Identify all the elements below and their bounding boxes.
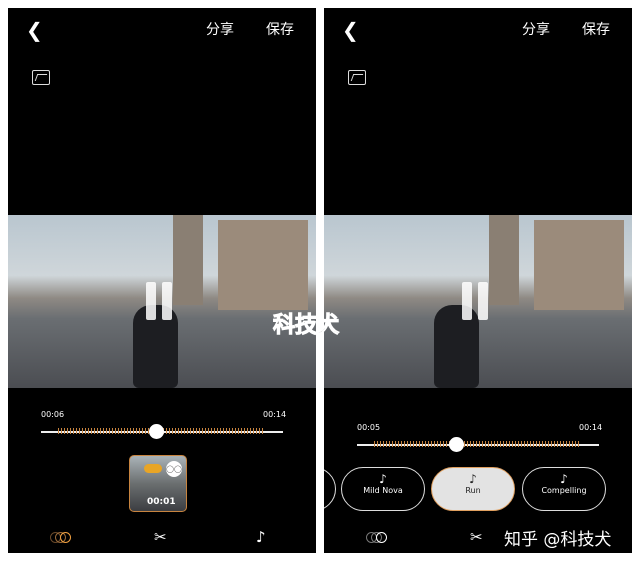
music-label: Run (465, 486, 481, 495)
transition-tab-icon[interactable] (366, 532, 392, 544)
timeline-scrubber[interactable] (449, 437, 464, 452)
end-time: 00:14 (263, 410, 287, 419)
pause-icon[interactable] (162, 282, 172, 320)
waveform (374, 441, 581, 447)
back-icon[interactable]: ❮ (342, 18, 359, 42)
share-button[interactable]: 分享 (522, 19, 550, 39)
transition-icon[interactable]: ◯◯ (166, 461, 182, 477)
music-label: Compelling (541, 486, 587, 495)
music-note-icon: ♪ (560, 472, 568, 486)
start-time: 00:05 (357, 423, 381, 432)
clip-duration: 00:01 (147, 497, 176, 507)
music-option[interactable]: ♪ Mild Nova (341, 467, 425, 511)
editor-right: ❮ 分享 保存 00:05 00:14 ♪ Mild Nova ♪ Run ♪ Com… (324, 8, 632, 553)
music-label: Mild Nova (363, 486, 403, 495)
end-time: 00:14 (579, 423, 603, 432)
dog-sticker: 科技犬 (265, 222, 365, 342)
music-note-icon: ♪ (469, 472, 477, 486)
rider (434, 305, 479, 388)
crop-icon[interactable] (32, 70, 50, 85)
music-note-icon[interactable]: ♪ (256, 528, 266, 546)
save-button[interactable]: 保存 (582, 19, 610, 39)
clip-thumbnail[interactable]: ◯◯ 00:01 (129, 455, 187, 512)
video-preview[interactable] (324, 215, 632, 388)
pause-icon[interactable] (146, 282, 156, 320)
back-icon[interactable]: ❮ (26, 18, 43, 42)
music-note-icon: ♪ (379, 472, 387, 486)
start-time: 00:06 (41, 410, 65, 419)
transition-tab-icon[interactable] (50, 532, 76, 544)
scissors-icon[interactable]: ✂ (470, 528, 483, 546)
crop-icon[interactable] (348, 70, 366, 85)
pause-icon[interactable] (478, 282, 488, 320)
music-option-partial[interactable] (324, 467, 336, 511)
save-button[interactable]: 保存 (266, 19, 294, 39)
pause-icon[interactable] (462, 282, 472, 320)
share-button[interactable]: 分享 (206, 19, 234, 39)
timeline-scrubber[interactable] (149, 424, 164, 439)
sticker-text: 科技犬 (272, 313, 340, 339)
watermark: 知乎 @科技犬 (504, 530, 612, 550)
scissors-icon[interactable]: ✂ (154, 528, 167, 546)
music-option[interactable]: ♪ Compelling (522, 467, 606, 511)
music-option-selected[interactable]: ♪ Run (431, 467, 515, 511)
